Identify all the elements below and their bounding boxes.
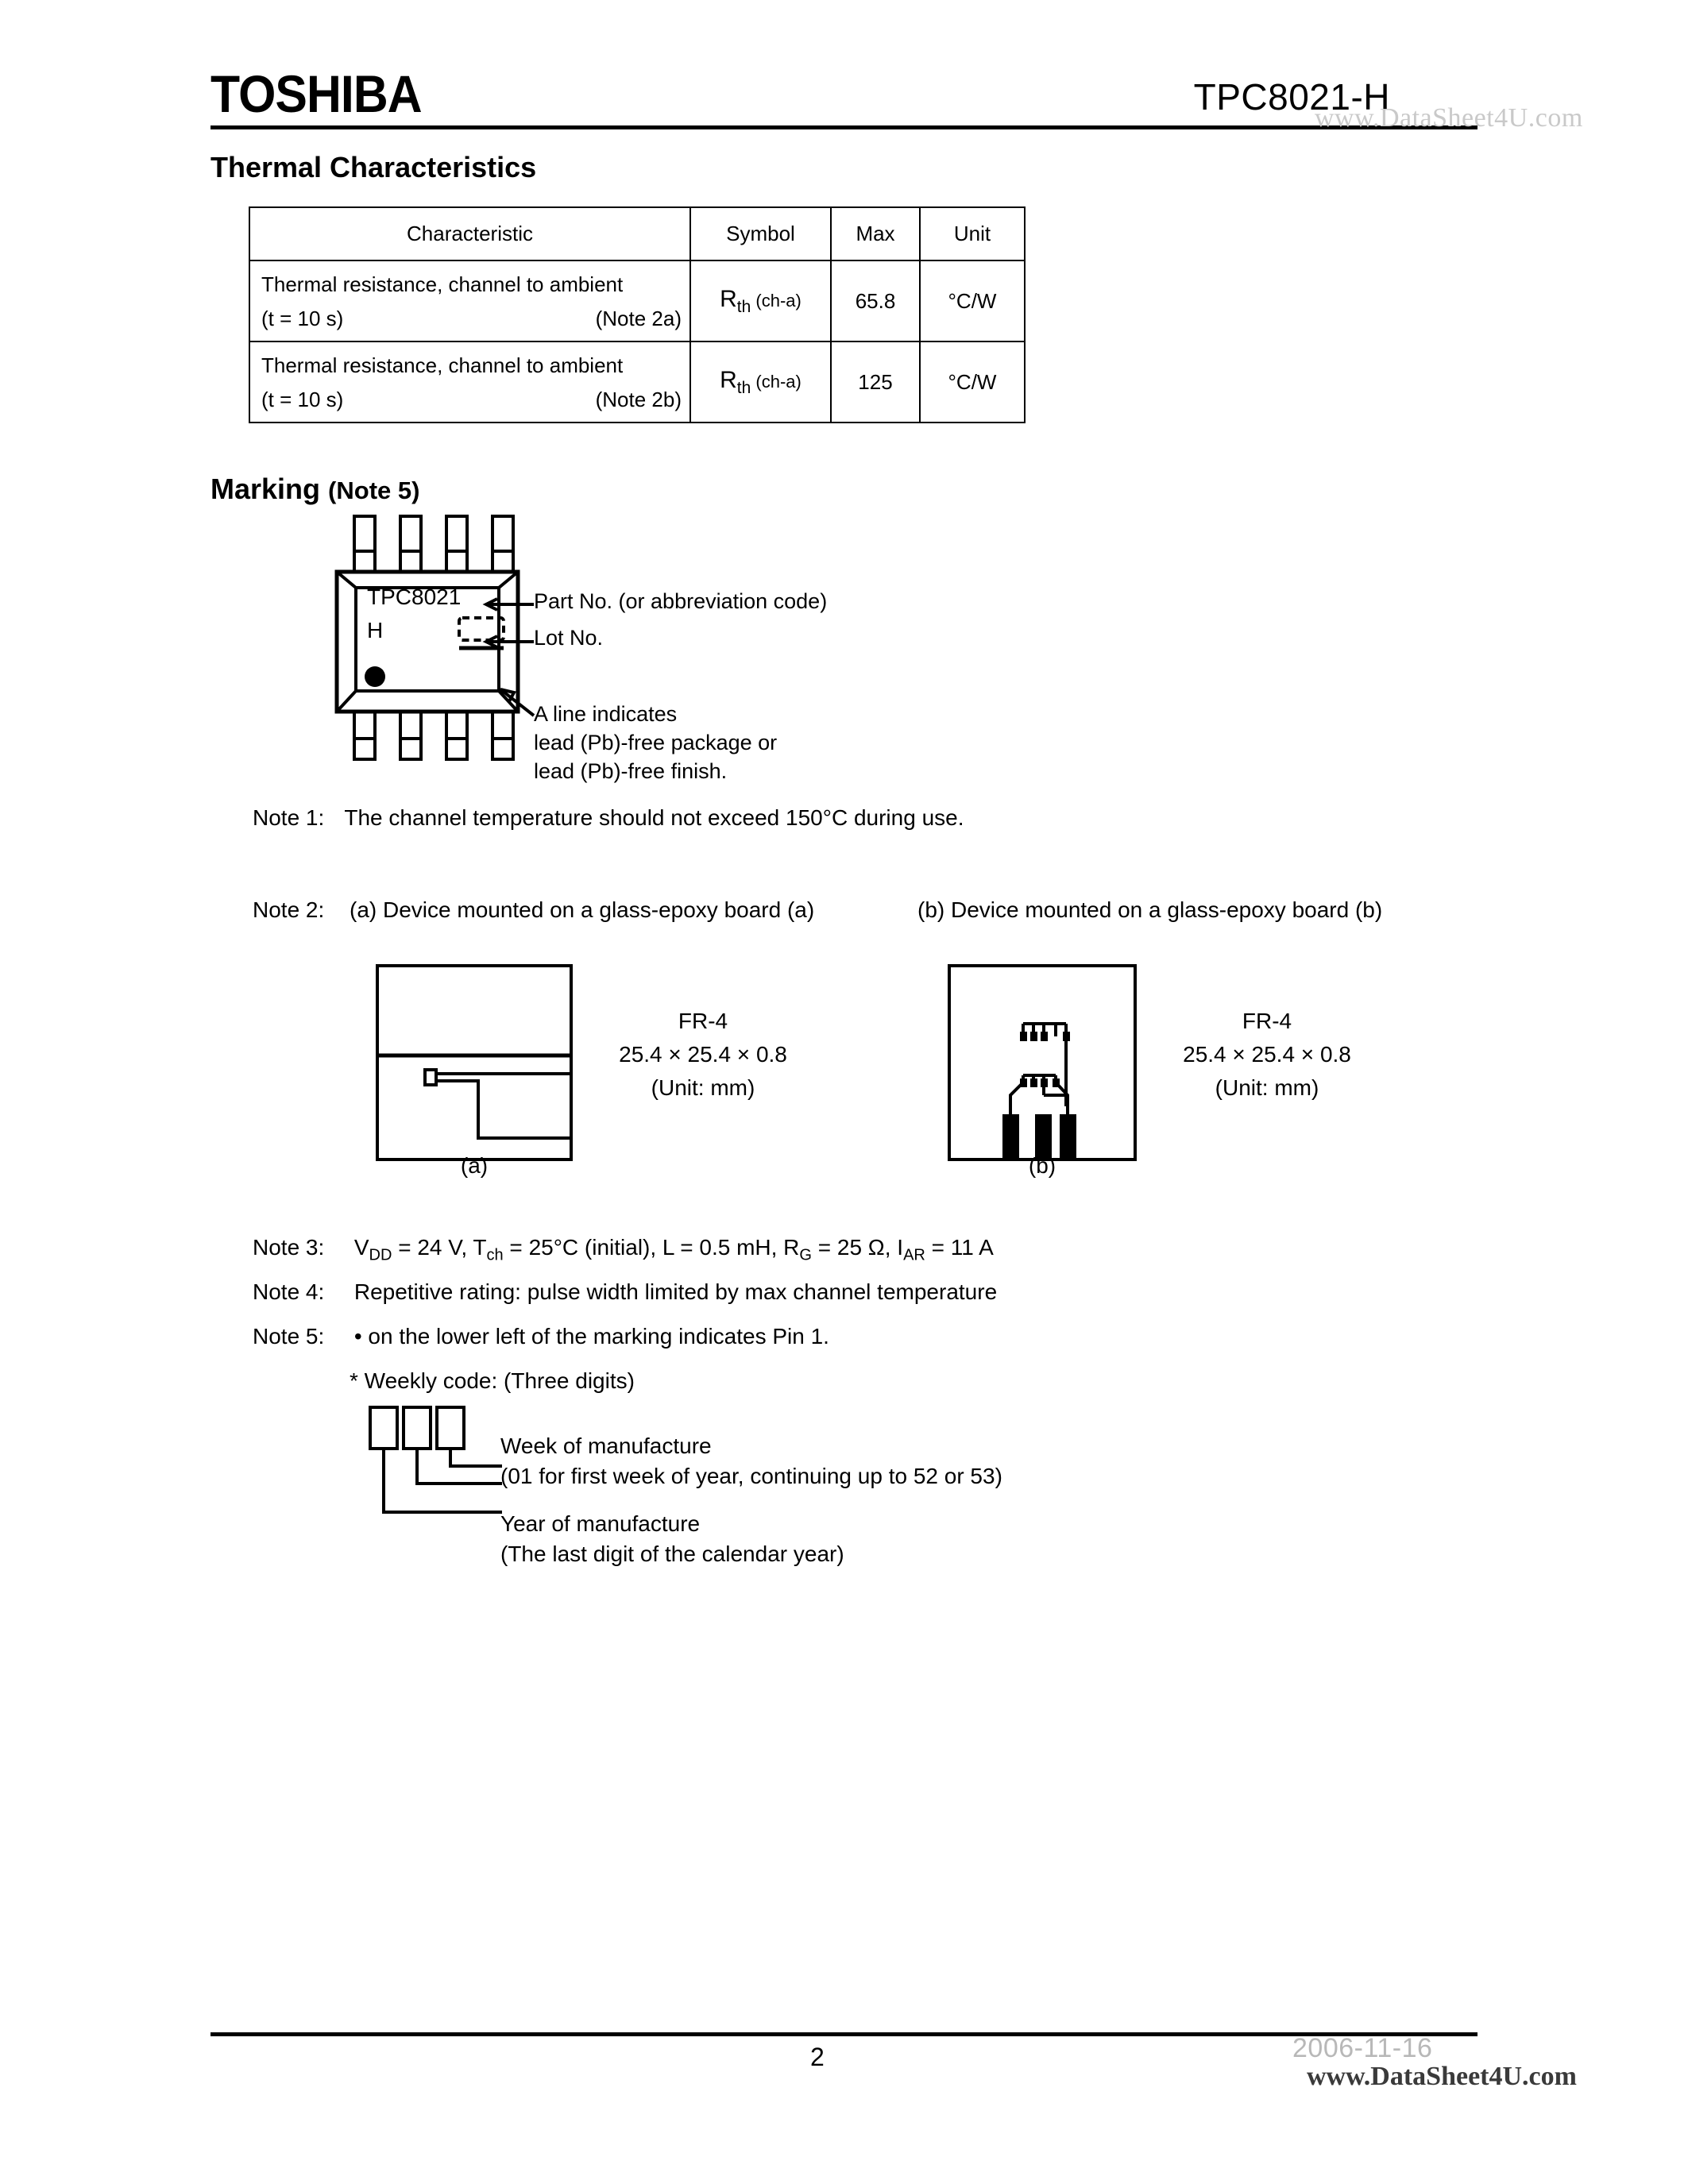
cell-max: 125 xyxy=(830,341,921,423)
footer-divider xyxy=(211,2032,1477,2036)
note-2-caption-b: (b) Device mounted on a glass-epoxy boar… xyxy=(917,897,1383,922)
characteristic-line1: Thermal resistance, channel to ambient xyxy=(261,272,624,296)
weekly-code-week-label: Week of manufacture xyxy=(500,1433,712,1458)
pin1-dot xyxy=(365,666,385,687)
note-2-label-block: Note 2: xyxy=(253,897,324,923)
note-2-caption-a: (a) Device mounted on a glass-epoxy boar… xyxy=(350,897,815,922)
note-3-iar: IAR = 11 A xyxy=(897,1235,994,1264)
page-number: 2 xyxy=(810,2043,825,2071)
cell-characteristic: Thermal resistance, channel to ambient (… xyxy=(249,341,691,423)
board-caption-b: (b) xyxy=(1028,1153,1056,1178)
marking-title-note: (Note 5) xyxy=(328,477,420,504)
callout-pbfree-line3: lead (Pb)-free finish. xyxy=(534,759,728,783)
board-diagram-b xyxy=(947,963,1138,1162)
thermal-characteristics-table: Characteristic Symbol Max Unit Thermal r… xyxy=(249,206,1026,423)
thermal-characteristics-title: Thermal Characteristics xyxy=(211,151,537,183)
column-header-symbol: Symbol xyxy=(689,206,832,261)
watermark-bottom: www.DataSheet4U.com xyxy=(1307,2062,1577,2091)
note-2-label: Note 2: xyxy=(253,897,325,922)
characteristic-line1: Thermal resistance, channel to ambient xyxy=(261,353,624,377)
watermark-top: www.DataSheet4U.com xyxy=(1315,103,1583,133)
note-1: Note 1: The channel temperature should n… xyxy=(253,805,964,831)
cell-characteristic: Thermal resistance, channel to ambient (… xyxy=(249,260,691,342)
board-a-material: FR-4 xyxy=(678,1009,728,1033)
column-header-unit: Unit xyxy=(919,206,1026,261)
board-a-device xyxy=(423,1068,438,1086)
column-header-characteristic: Characteristic xyxy=(249,206,691,261)
symbol-rth: Rth (ch-a) xyxy=(720,285,802,316)
datasheet-page: TOSHIBA TPC8021-H www.DataSheet4U.com Th… xyxy=(0,0,1688,2184)
package-leads-top xyxy=(353,515,515,575)
package-mark-line2: H xyxy=(367,618,383,642)
table-header-row: Characteristic Symbol Max Unit xyxy=(249,206,1026,261)
board-a-dimensions: 25.4 × 25.4 × 0.8 xyxy=(619,1042,787,1067)
weekly-code-leaders xyxy=(382,1449,502,1514)
weekly-code-year-detail: (The last digit of the calendar year) xyxy=(500,1542,844,1566)
weekly-code-week-detail: (01 for first week of year, continuing u… xyxy=(500,1464,1002,1488)
note-5-text: • on the lower left of the marking indic… xyxy=(353,1324,829,1349)
board-a-unit: (Unit: mm) xyxy=(651,1075,755,1100)
board-b-spec: FR-4 25.4 × 25.4 × 0.8 (Unit: mm) xyxy=(1152,1005,1382,1105)
table-row: Thermal resistance, channel to ambient (… xyxy=(249,341,1026,423)
characteristic-line2: (t = 10 s) xyxy=(261,388,344,411)
column-header-max: Max xyxy=(830,206,921,261)
package-mark-line1: TPC8021 xyxy=(367,585,461,609)
weekly-code-boxes xyxy=(369,1406,465,1450)
weekly-code-year-label: Year of manufacture xyxy=(500,1511,701,1536)
note-5: Note 5: • on the lower left of the marki… xyxy=(253,1324,829,1349)
symbol-rth: Rth (ch-a) xyxy=(720,366,802,397)
note-4: Note 4: Repetitive rating: pulse width l… xyxy=(253,1279,997,1305)
cell-symbol: Rth (ch-a) xyxy=(689,341,832,423)
cell-unit: °C/W xyxy=(919,341,1026,423)
board-diagram-a xyxy=(375,963,574,1162)
note-3-rg: RG = 25 Ω, xyxy=(783,1235,898,1264)
footer-date: 2006-11-16 xyxy=(1292,2033,1433,2063)
callout-pbfree-line2: lead (Pb)-free package or xyxy=(534,731,778,754)
note-3-label: Note 3: xyxy=(253,1235,325,1260)
note-4-text: Repetitive rating: pulse width limited b… xyxy=(353,1279,998,1304)
note-3-vdd: VDD = 24 V, xyxy=(353,1235,473,1264)
page-header: TOSHIBA TPC8021-H xyxy=(211,44,1477,129)
characteristic-note-ref: (Note 2a) xyxy=(595,307,682,330)
board-a-spec: FR-4 25.4 × 25.4 × 0.8 (Unit: mm) xyxy=(588,1005,818,1105)
callout-lot-no: Lot No. xyxy=(534,626,604,650)
board-b-unit: (Unit: mm) xyxy=(1215,1075,1319,1100)
board-b-dimensions: 25.4 × 25.4 × 0.8 xyxy=(1183,1042,1351,1067)
callout-part-no: Part No. (or abbreviation code) xyxy=(534,589,828,613)
marking-title-text: Marking xyxy=(211,473,321,505)
board-caption-a: (a) xyxy=(460,1153,489,1178)
note-5-label: Note 5: xyxy=(253,1324,325,1349)
callout-pbfree-line1: A line indicates xyxy=(534,702,678,726)
toshiba-logo: TOSHIBA xyxy=(211,64,423,123)
characteristic-note-ref: (Note 2b) xyxy=(595,388,682,411)
note-1-label: Note 1: xyxy=(253,805,325,830)
characteristic-line2: (t = 10 s) xyxy=(261,307,344,330)
note-1-text: The channel temperature should not excee… xyxy=(344,805,964,830)
note-4-label: Note 4: xyxy=(253,1279,325,1304)
marking-title: Marking (Note 5) xyxy=(211,473,419,506)
cell-max: 65.8 xyxy=(830,260,921,342)
note-3-tch: Tch = 25°C (initial), L = 0.5 mH, xyxy=(473,1235,784,1264)
board-b-material: FR-4 xyxy=(1242,1009,1292,1033)
note-3: Note 3: VDD = 24 V, Tch = 25°C (initial)… xyxy=(253,1235,994,1265)
cell-symbol: Rth (ch-a) xyxy=(689,260,832,342)
weekly-code-heading: * Weekly code: (Three digits) xyxy=(350,1368,635,1393)
header-divider xyxy=(211,125,1477,129)
table-row: Thermal resistance, channel to ambient (… xyxy=(249,260,1026,342)
cell-unit: °C/W xyxy=(919,260,1026,342)
